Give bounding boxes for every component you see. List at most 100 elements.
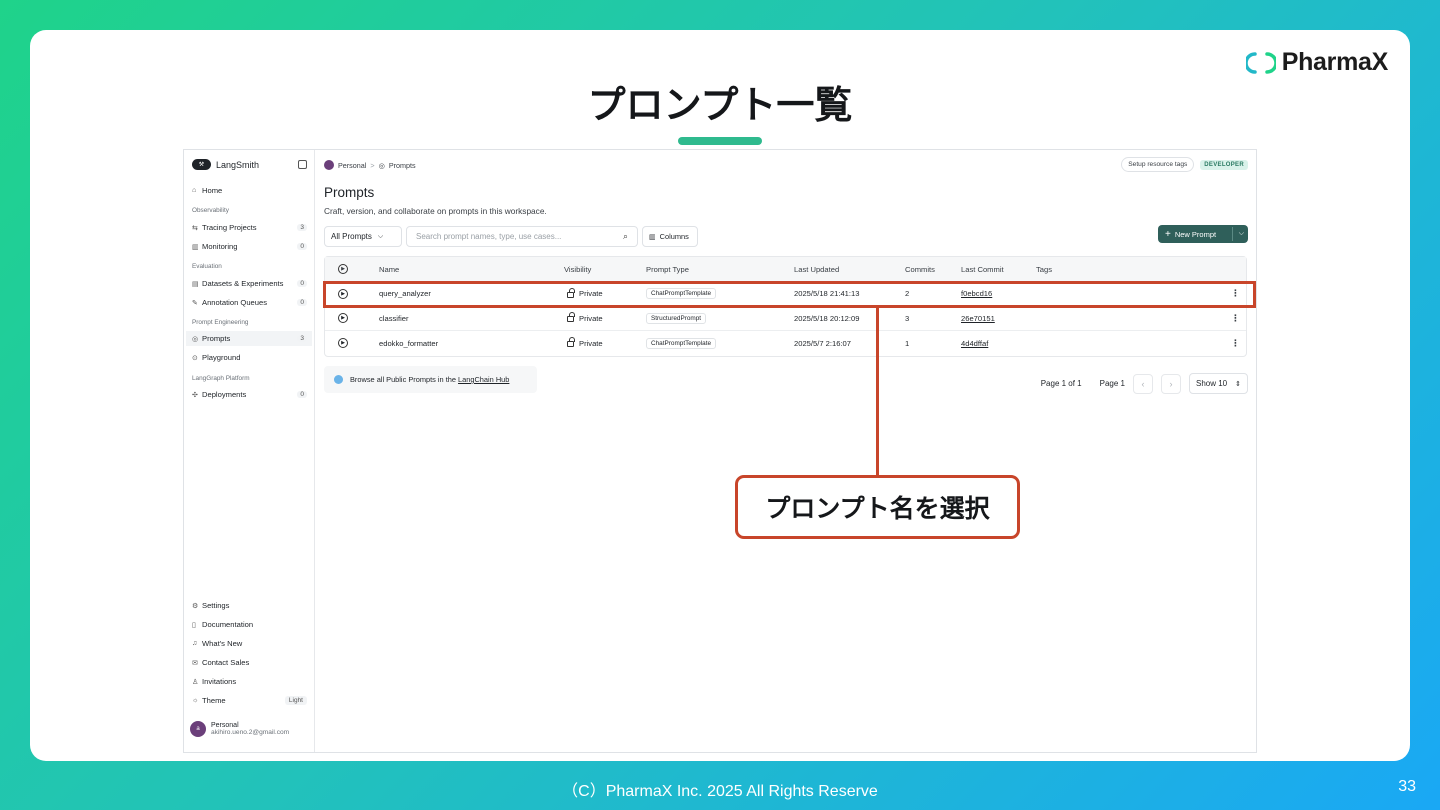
sidebar-item-label: Documentation: [202, 620, 254, 629]
play-icon[interactable]: ▶: [338, 313, 348, 324]
theme-value[interactable]: Light: [284, 696, 307, 705]
user-name: Personal: [211, 722, 239, 729]
col-last-commit[interactable]: Last Commit: [961, 257, 1004, 281]
deploy-icon: ✣: [192, 391, 198, 399]
play-icon[interactable]: ▶: [338, 264, 348, 274]
last-updated: 2025/5/18 20:12:09: [794, 313, 860, 323]
pen-icon: ✎: [192, 299, 198, 307]
col-last-updated[interactable]: Last Updated: [794, 257, 839, 281]
col-prompt-type[interactable]: Prompt Type: [646, 257, 689, 281]
col-tags[interactable]: Tags: [1036, 257, 1052, 281]
page-subtitle: Craft, version, and collaborate on promp…: [324, 206, 547, 216]
sidebar-item-documentation[interactable]: ▯ Documentation: [192, 617, 307, 632]
columns-button[interactable]: ▥ Columns: [642, 226, 698, 247]
page-title: Prompts: [324, 185, 375, 200]
search-input[interactable]: Search prompt names, type, use cases... …: [406, 226, 638, 247]
sidebar-item-label: Invitations: [202, 677, 237, 686]
button-divider: [1232, 227, 1233, 241]
monitoring-icon: ▥: [192, 243, 199, 251]
page-size-select[interactable]: Show 10 ⇕: [1188, 373, 1248, 394]
avatar: [324, 160, 334, 170]
hub-link[interactable]: LangChain Hub: [458, 375, 509, 384]
sidebar-item-label: Theme: [202, 696, 226, 705]
sidebar-item-label: Contact Sales: [202, 658, 250, 667]
chevron-left-icon[interactable]: ‹: [1132, 373, 1153, 394]
hub-text: Browse all Public Prompts in the: [350, 375, 459, 384]
sidebar-item-label: Monitoring: [202, 242, 238, 251]
sidebar-item-settings[interactable]: ⚙ Settings: [192, 598, 307, 613]
col-visibility[interactable]: Visibility: [564, 257, 591, 281]
sidebar-item-annotation[interactable]: ✎ Annotation Queues 0: [192, 295, 307, 310]
page-indicator: Page 1: [1099, 379, 1125, 388]
sidebar-item-label: Home: [202, 186, 223, 195]
count-badge: 3: [297, 335, 307, 342]
commit-link[interactable]: 4d4dffaf: [961, 331, 988, 356]
sidebar-toggle-icon[interactable]: [298, 160, 307, 169]
mail-icon: ✉: [192, 659, 198, 667]
highlight-box: [323, 281, 1256, 308]
plus-icon: +: [1165, 228, 1171, 240]
pharmax-logo-icon: [1245, 51, 1276, 74]
sidebar-item-label: What's New: [202, 639, 243, 648]
sidebar-item-label: Settings: [202, 601, 230, 610]
chevron-down-icon[interactable]: ⌵: [1239, 230, 1244, 238]
sidebar-item-label: Prompts: [202, 334, 231, 343]
sidebar-item-home[interactable]: ⌂ Home: [192, 183, 307, 198]
columns-label: Columns: [659, 232, 689, 241]
col-commits[interactable]: Commits: [905, 257, 935, 281]
breadcrumb-personal[interactable]: Personal: [338, 161, 366, 170]
sidebar-item-theme[interactable]: ☼ Theme Light: [192, 693, 307, 708]
home-icon: ⌂: [192, 187, 197, 194]
table-row[interactable]: ▶ classifier Private StructuredPrompt 20…: [325, 307, 1246, 331]
hub-banner: Browse all Public Prompts in the LangCha…: [324, 366, 537, 393]
search-icon: ⌕: [622, 231, 628, 241]
prompt-name[interactable]: edokko_formatter: [379, 331, 438, 356]
visibility: Private: [579, 313, 603, 323]
last-updated: 2025/5/7 2:16:07: [794, 338, 852, 348]
count-badge: 0: [297, 391, 307, 398]
more-icon[interactable]: ⋮: [1231, 307, 1240, 331]
sidebar-item-playground[interactable]: ⊙ Playground: [192, 350, 307, 365]
sidebar-item-datasets[interactable]: ▤ Datasets & Experiments 0: [192, 276, 307, 291]
setup-tags-button[interactable]: Setup resource tags: [1121, 157, 1195, 172]
play-icon[interactable]: ▶: [338, 338, 348, 349]
langsmith-logo-icon: ⚒: [192, 159, 211, 170]
more-icon[interactable]: ⋮: [1231, 331, 1240, 356]
user-profile[interactable]: a Personal akihiro.ueno.2@gmail.com: [190, 721, 289, 737]
lock-icon: [567, 337, 575, 348]
sidebar-item-label: Deployments: [202, 390, 247, 399]
commit-link[interactable]: 26e70151: [961, 307, 995, 331]
commits: 1: [905, 338, 910, 348]
developer-badge: DEVELOPER: [1200, 159, 1248, 170]
page-size-value: Show 10: [1195, 379, 1228, 388]
sidebar-item-invitations[interactable]: ♙ Invitations: [192, 674, 307, 689]
footer-copyright: （C）PharmaX Inc. 2025 All Rights Reserve: [562, 783, 878, 800]
new-prompt-label: New Prompt: [1174, 229, 1217, 239]
prompt-name[interactable]: classifier: [379, 307, 409, 331]
sidebar-item-whats-new[interactable]: ♫ What's New: [192, 636, 307, 651]
database-icon: ▤: [192, 280, 199, 288]
section-observability: Observability: [192, 207, 229, 214]
filter-dropdown[interactable]: All Prompts ⌵: [324, 226, 402, 247]
brand[interactable]: ⚒ LangSmith: [192, 159, 259, 170]
slide: PharmaX プロンプト一覧 ⚒ LangSmith ⌂ Home Obser…: [30, 30, 1410, 761]
col-name[interactable]: Name: [379, 257, 399, 281]
prompt-icon: ◎: [192, 335, 199, 343]
callout-box: プロンプト名を選択: [735, 475, 1020, 539]
avatar: a: [190, 721, 206, 737]
sidebar-item-contact[interactable]: ✉ Contact Sales: [192, 655, 307, 670]
chevron-right-icon[interactable]: ›: [1160, 373, 1181, 394]
count-badge: 0: [297, 299, 307, 306]
columns-icon: ▥: [649, 233, 656, 241]
count-badge: 0: [297, 243, 307, 250]
table-row[interactable]: ▶ edokko_formatter Private ChatPromptTem…: [325, 331, 1246, 356]
breadcrumb-prompts[interactable]: Prompts: [389, 161, 416, 170]
new-prompt-button[interactable]: + New Prompt ⌵: [1158, 225, 1248, 243]
sidebar-item-tracing[interactable]: ⇆ Tracing Projects 3: [192, 220, 307, 235]
sidebar-item-prompts[interactable]: ◎ Prompts 3: [186, 331, 312, 346]
sidebar-item-monitoring[interactable]: ▥ Monitoring 0: [192, 239, 307, 254]
pharmax-logo: PharmaX: [1245, 48, 1388, 77]
sidebar-item-deployments[interactable]: ✣ Deployments 0: [192, 387, 307, 402]
langsmith-screenshot: ⚒ LangSmith ⌂ Home Observability ⇆ Traci…: [183, 149, 1257, 753]
sidebar-item-label: Tracing Projects: [202, 223, 257, 232]
